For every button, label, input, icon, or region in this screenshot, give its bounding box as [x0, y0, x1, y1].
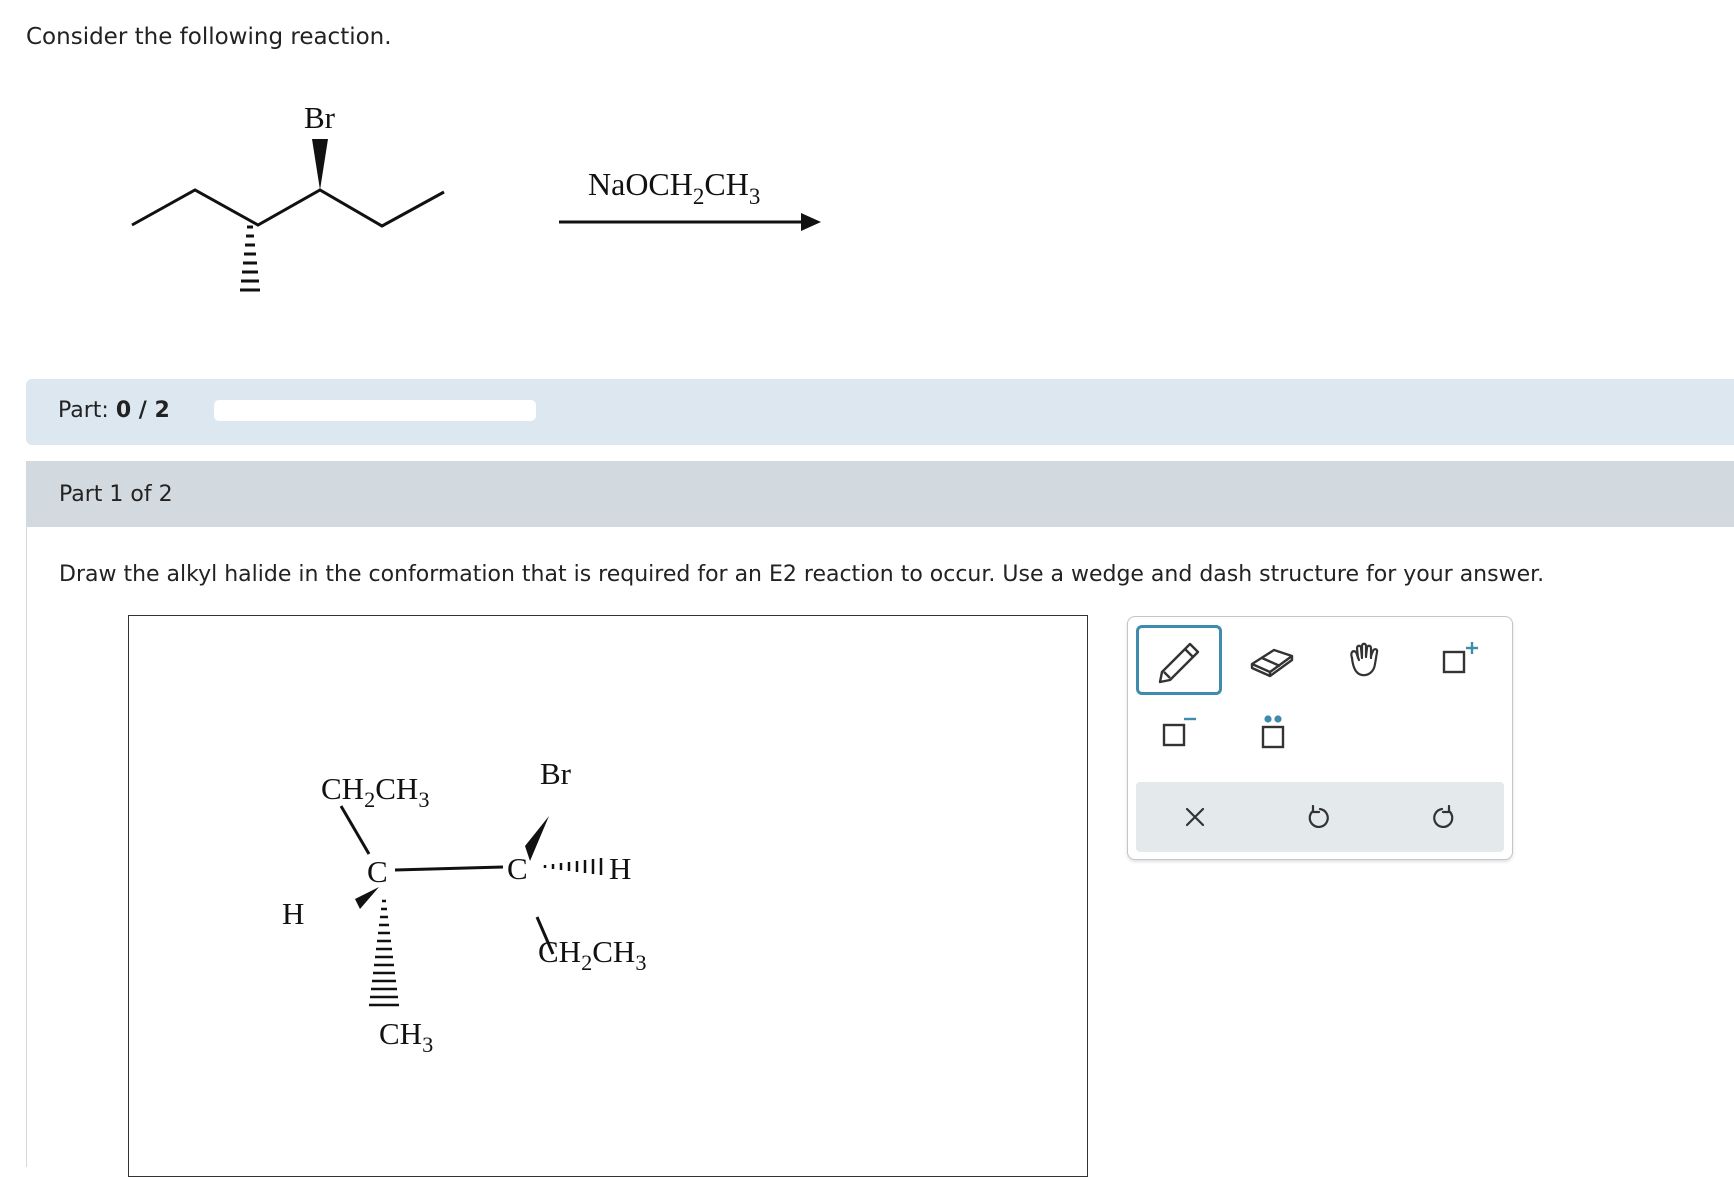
bromine-label: Br — [540, 756, 571, 791]
reagent-label: NaOCH2CH3 — [588, 166, 761, 209]
eraser-icon — [1250, 648, 1294, 678]
undo-icon — [1308, 804, 1329, 829]
lone-pair-tool-button[interactable] — [1232, 699, 1312, 763]
part-header: Part 1 of 2 — [26, 461, 1734, 527]
hand-icon — [1350, 642, 1379, 677]
undo-button[interactable] — [1264, 782, 1374, 852]
question-prompt: Draw the alkyl halide in the conformatio… — [59, 562, 1545, 587]
content-left-border — [26, 527, 27, 1167]
part-score: Part: 0 / 2 — [58, 398, 170, 423]
charge-plus-icon — [1442, 642, 1478, 674]
drawn-structure-bonds — [339, 805, 603, 1007]
drawing-toolbox — [1127, 616, 1513, 860]
methyl-group: CH3 — [379, 1016, 434, 1058]
reaction-arrow — [559, 213, 821, 231]
clear-icon — [1185, 807, 1205, 827]
ethyl-group-left: CH2CH3 — [321, 771, 430, 813]
action-bar — [1136, 782, 1504, 852]
eraser-tool-button[interactable] — [1232, 628, 1312, 692]
redo-icon — [1433, 804, 1454, 829]
hydrogen-right: H — [609, 851, 632, 886]
reactant-br-label: Br — [304, 100, 335, 135]
carbon-left: C — [367, 854, 388, 889]
pencil-tool-button[interactable] — [1136, 625, 1222, 695]
part-header-label: Part 1 of 2 — [59, 482, 173, 507]
ethyl-group-right: CH2CH3 — [538, 934, 647, 976]
hydrogen-left: H — [282, 896, 305, 931]
charge-plus-tool-button[interactable] — [1418, 628, 1498, 692]
progress-track — [214, 400, 536, 421]
clear-button[interactable] — [1140, 782, 1250, 852]
lone-pair-icon — [1261, 715, 1285, 749]
redo-button[interactable] — [1388, 782, 1498, 852]
drawing-canvas[interactable]: CH2CH3 C H C H Br CH2CH3 CH3 — [128, 615, 1088, 1177]
question-intro: Consider the following reaction. — [26, 24, 392, 50]
pencil-icon — [1158, 642, 1200, 684]
reactant-structure — [131, 139, 445, 292]
charge-minus-icon — [1162, 717, 1196, 747]
carbon-right: C — [507, 851, 528, 886]
charge-minus-tool-button[interactable] — [1136, 699, 1216, 763]
hand-tool-button[interactable] — [1326, 628, 1406, 692]
